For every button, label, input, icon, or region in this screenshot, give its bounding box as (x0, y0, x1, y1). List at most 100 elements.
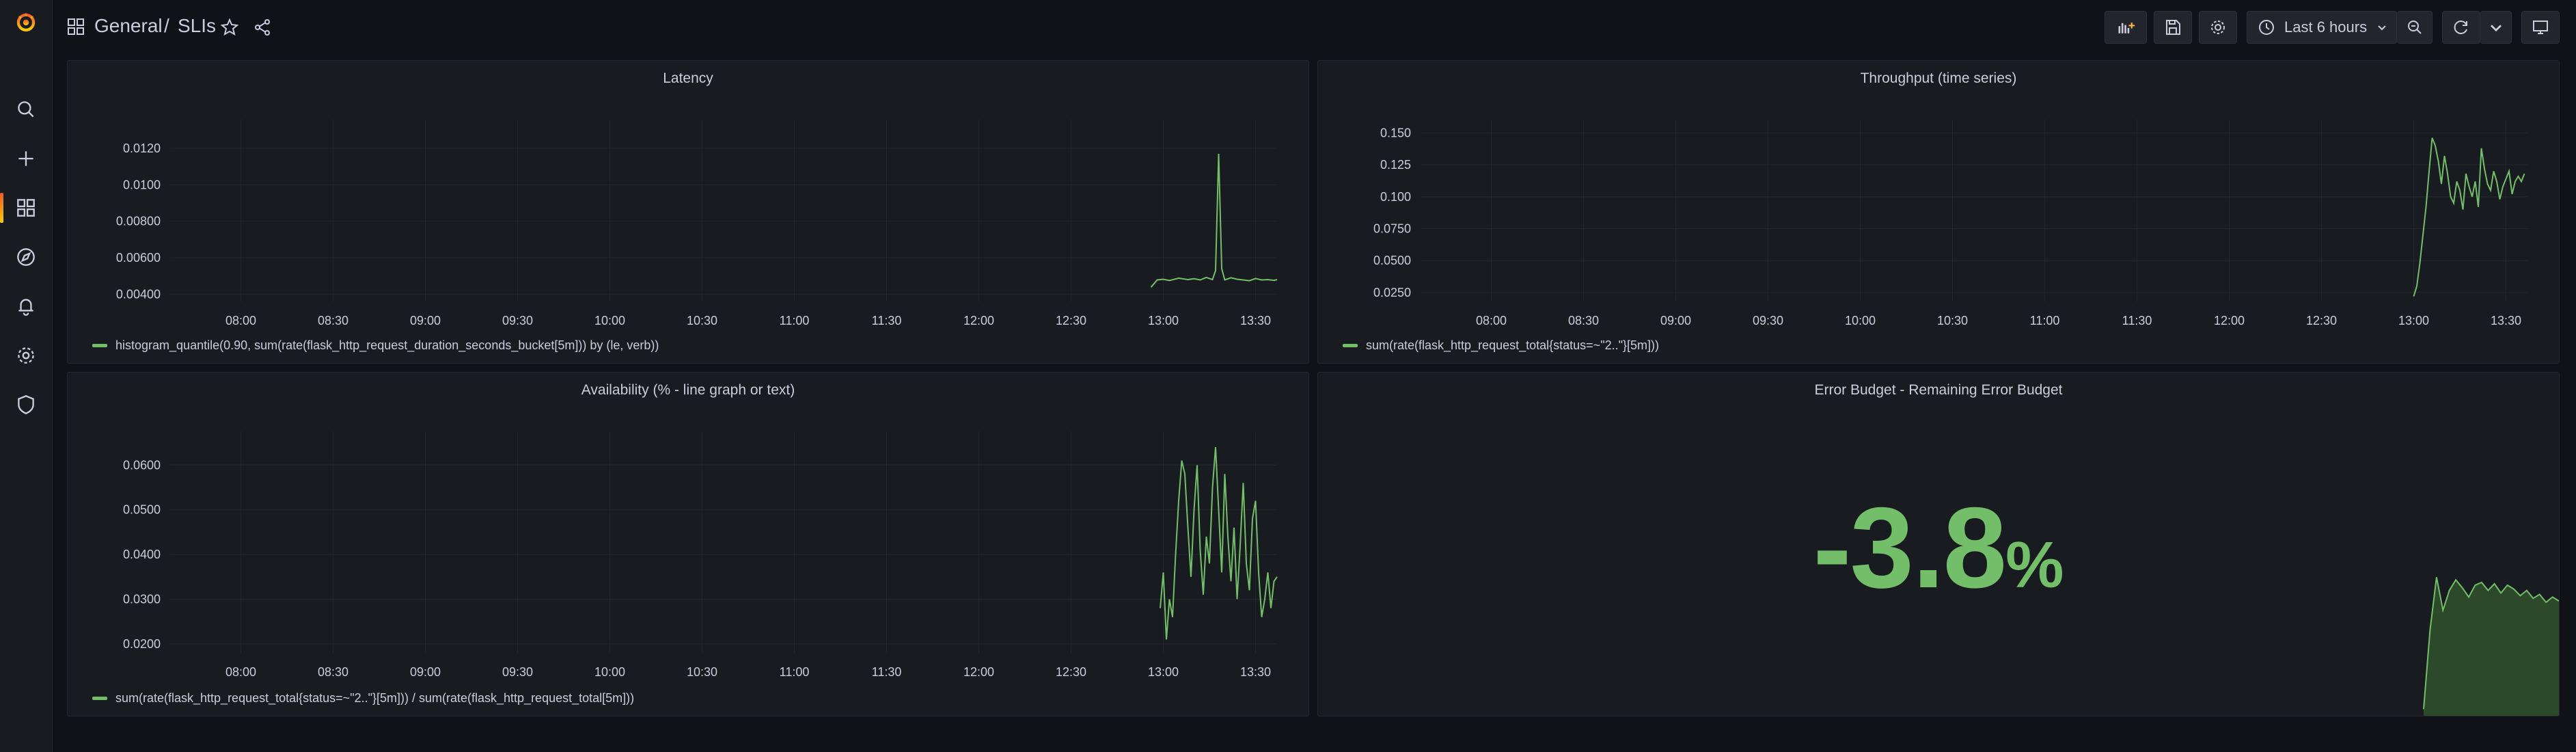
series-line (1150, 153, 1278, 288)
x-tick-label: 09:00 (410, 314, 441, 327)
y-tick-label: 0.0400 (123, 548, 161, 561)
breadcrumb-folder[interactable]: General (94, 15, 163, 37)
y-tick-label: 0.125 (1380, 158, 1411, 172)
zoom-out-icon (2407, 21, 2422, 34)
monitor-icon (2533, 21, 2548, 34)
legend-color-swatch (92, 697, 107, 700)
x-tick-label: 09:30 (502, 665, 533, 679)
x-tick-label: 11:00 (780, 314, 810, 327)
legend-item[interactable]: histogram_quantile(0.90, sum(rate(flask_… (92, 338, 659, 353)
clock-icon (2259, 20, 2274, 35)
availability-chart: 08:00 08:30 09:00 09:30 10:00 10:30 11:00 11:30… (123, 431, 1278, 679)
x-tick-label: 10:30 (687, 314, 717, 327)
stat-value: -3.8% (1318, 482, 2559, 614)
stat-number: -3.8 (1813, 483, 2007, 612)
shield-icon[interactable] (0, 386, 52, 424)
y-tick-label: 0.0100 (123, 178, 161, 191)
y-tick-label: 0.00800 (116, 215, 161, 228)
x-tick-label: 11:30 (872, 314, 902, 327)
x-tick-label: 08:00 (1476, 314, 1507, 327)
time-picker-button[interactable]: Last 6 hours (2247, 11, 2397, 44)
x-tick-label: 13:00 (1148, 314, 1179, 327)
search-icon[interactable] (0, 90, 52, 129)
x-tick-label: 09:30 (1753, 314, 1783, 327)
add-panel-icon (2118, 23, 2135, 33)
page-title[interactable]: SLIs (178, 15, 216, 37)
x-tick-label: 12:00 (963, 665, 994, 679)
y-tick-label: 0.0120 (123, 142, 161, 155)
x-tick-label: 09:00 (410, 665, 441, 679)
x-tick-label: 08:00 (225, 314, 256, 327)
legend-label: sum(rate(flask_http_request_total{status… (1366, 338, 1659, 352)
x-tick-label: 10:30 (687, 665, 717, 679)
chevron-down-icon (2378, 25, 2386, 31)
x-tick-label: 08:30 (318, 314, 348, 327)
latency-chart: 08:00 08:30 09:00 09:30 10:00 10:30 11:00 11:30… (116, 120, 1278, 327)
x-tick-label: 11:30 (872, 665, 902, 679)
x-tick-label: 11:30 (2122, 314, 2152, 327)
grafana-logo[interactable] (0, 3, 52, 41)
time-range-label: Last 6 hours (2284, 18, 2368, 36)
y-tick-label: 0.00600 (116, 251, 161, 265)
x-tick-label: 13:30 (2491, 314, 2521, 327)
plus-icon[interactable] (0, 139, 52, 178)
grafana-logo-icon (16, 12, 36, 32)
save-dashboard-button[interactable] (2154, 11, 2192, 44)
tv-mode-button[interactable] (2521, 11, 2560, 44)
save-icon (2166, 20, 2180, 35)
dashboards-icon[interactable] (0, 189, 52, 227)
dashboard-nav-bar: General / SLIs Last 6 hours (52, 0, 2576, 55)
explore-icon[interactable] (0, 238, 52, 276)
breadcrumb-separator: / (164, 15, 169, 36)
share-icon[interactable] (253, 18, 272, 37)
x-tick-label: 12:30 (2306, 314, 2337, 327)
y-tick-label: 0.0500 (123, 503, 161, 517)
x-tick-label: 09:00 (1660, 314, 1691, 327)
y-tick-label: 0.100 (1380, 190, 1411, 204)
refresh-interval-dropdown[interactable] (2480, 11, 2512, 44)
star-icon[interactable] (220, 18, 239, 37)
y-tick-label: 0.0500 (1373, 254, 1411, 267)
x-tick-label: 11:00 (2030, 314, 2060, 327)
alerting-icon[interactable] (0, 287, 52, 325)
x-tick-label: 13:00 (2398, 314, 2429, 327)
legend-label: histogram_quantile(0.90, sum(rate(flask_… (115, 338, 659, 352)
legend-label: sum(rate(flask_http_request_total{status… (115, 691, 635, 705)
x-tick-label: 09:30 (502, 314, 533, 327)
configuration-icon[interactable] (0, 336, 52, 375)
x-tick-label: 12:00 (963, 314, 994, 327)
legend-item[interactable]: sum(rate(flask_http_request_total{status… (92, 691, 634, 706)
gear-icon (2211, 21, 2225, 34)
x-tick-label: 13:30 (1240, 314, 1271, 327)
x-tick-label: 10:00 (1845, 314, 1876, 327)
throughput-chart: 08:00 08:30 09:00 09:30 10:00 10:30 11:00 11:30… (1373, 120, 2527, 327)
y-tick-label: 0.00400 (116, 287, 161, 301)
dashboard-settings-button[interactable] (2199, 11, 2237, 44)
series-line (2413, 137, 2525, 297)
legend-item[interactable]: sum(rate(flask_http_request_total{status… (1343, 338, 1659, 353)
legend-color-swatch (1343, 344, 1358, 347)
throughput-panel[interactable]: Throughput (time series) 08:00 08:30 09:00… (1317, 60, 2560, 364)
x-tick-label: 11:00 (780, 665, 810, 679)
add-panel-button[interactable] (2105, 11, 2147, 44)
stat-unit: % (2005, 528, 2064, 602)
y-tick-label: 0.0300 (123, 593, 161, 606)
x-tick-label: 12:00 (2214, 314, 2245, 327)
y-tick-label: 0.0750 (1373, 221, 1411, 235)
zoom-out-button[interactable] (2397, 11, 2433, 44)
y-tick-label: 0.0600 (123, 458, 161, 472)
x-tick-label: 10:00 (594, 314, 625, 327)
latency-panel[interactable]: Latency 08:00 08:30 09:00 09:30 10:00 10:30 11… (67, 60, 1309, 364)
series-line (1160, 447, 1278, 640)
refresh-button[interactable] (2442, 11, 2480, 44)
x-tick-label: 10:00 (594, 665, 625, 679)
refresh-icon (2454, 21, 2467, 34)
x-tick-label: 12:30 (1056, 665, 1086, 679)
sidebar (0, 0, 53, 752)
x-tick-label: 13:00 (1148, 665, 1179, 679)
x-tick-label: 13:30 (1240, 665, 1271, 679)
error-budget-panel[interactable]: Error Budget - Remaining Error Budget -3… (1317, 372, 2560, 716)
dashboards-grid-icon (68, 18, 84, 35)
availability-panel[interactable]: Availability (% - line graph or text) 08… (67, 372, 1309, 716)
x-tick-label: 08:00 (225, 665, 256, 679)
